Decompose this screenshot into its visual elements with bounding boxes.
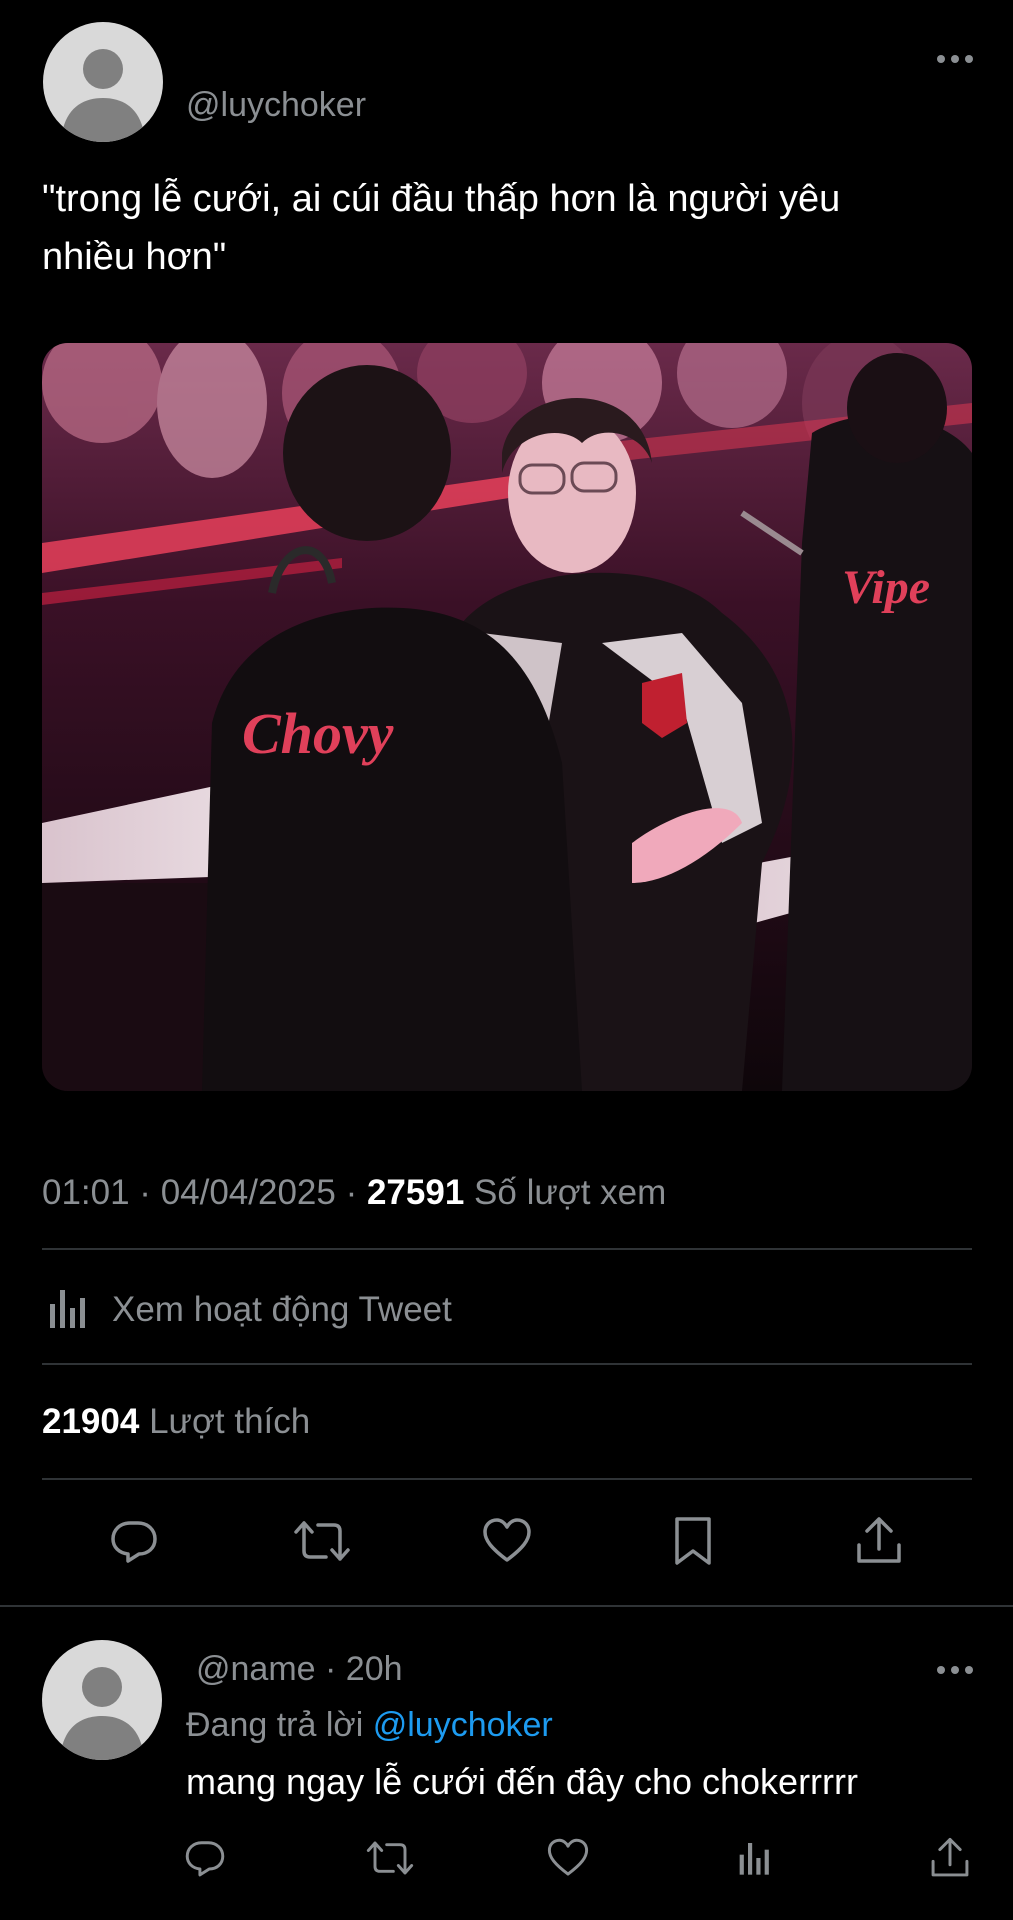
reply-icon[interactable] (183, 1836, 227, 1880)
reply-handle-time[interactable]: @name · 20h (196, 1650, 403, 1689)
tweet-timestamp[interactable]: 01:01 · 04/04/2025 · (42, 1173, 367, 1212)
jersey-name-right: Vipe (842, 561, 930, 614)
likes-stat[interactable]: 21904 Lượt thích (42, 1402, 310, 1442)
divider (42, 1363, 972, 1365)
tweet-text-line: "trong lễ cưới, ai cúi đầu thấp hơn là n… (42, 178, 841, 220)
view-count-label: Số lượt xem (474, 1173, 667, 1212)
divider (0, 1605, 1013, 1607)
tweet-action-bar (108, 1515, 908, 1571)
analytics-icon (42, 1284, 90, 1337)
divider (42, 1248, 972, 1250)
tweet-image[interactable]: Chovy Vipe (42, 343, 972, 1091)
default-avatar-icon (61, 49, 145, 142)
default-avatar-icon (60, 1667, 144, 1760)
jersey-name-front: Chovy (242, 701, 394, 766)
tweet-meta: 01:01 · 04/04/2025 · 27591 Số lượt xem (42, 1173, 666, 1213)
tweet-text-line: nhiều hơn" (42, 236, 227, 278)
reply-avatar[interactable] (42, 1640, 162, 1760)
replying-to: Đang trả lời @luychoker (186, 1706, 553, 1745)
view-count: 27591 (366, 1173, 465, 1212)
more-options-icon[interactable] (935, 1663, 975, 1681)
tweet-text: "trong lễ cưới, ai cúi đầu thấp hơn là n… (42, 170, 982, 286)
bookmark-icon[interactable] (669, 1515, 717, 1567)
replying-to-mention[interactable]: @luychoker (373, 1706, 553, 1744)
photo-illustration: Chovy Vipe (42, 343, 972, 1091)
like-icon[interactable] (481, 1515, 533, 1567)
replying-to-label: Đang trả lời (186, 1706, 364, 1744)
reply-action-bar (183, 1836, 983, 1882)
avatar[interactable] (43, 22, 163, 142)
more-options-icon[interactable] (935, 52, 975, 70)
divider (42, 1478, 972, 1480)
analytics-icon[interactable] (733, 1838, 773, 1878)
tweet-activity-label: Xem hoạt động Tweet (112, 1290, 452, 1329)
tweet-activity-link[interactable]: Xem hoạt động Tweet (42, 1280, 452, 1340)
author-handle[interactable]: @luychoker (186, 86, 366, 125)
retweet-icon[interactable] (365, 1836, 415, 1880)
reply-icon[interactable] (108, 1515, 160, 1567)
reply-text: mang ngay lễ cưới đến đây cho chokerrrrr (186, 1761, 859, 1802)
share-icon[interactable] (853, 1515, 905, 1567)
like-count-label: Lượt thích (149, 1402, 311, 1441)
share-icon[interactable] (928, 1836, 972, 1880)
like-count: 21904 (42, 1402, 140, 1441)
like-icon[interactable] (546, 1836, 590, 1880)
retweet-icon[interactable] (292, 1515, 352, 1567)
